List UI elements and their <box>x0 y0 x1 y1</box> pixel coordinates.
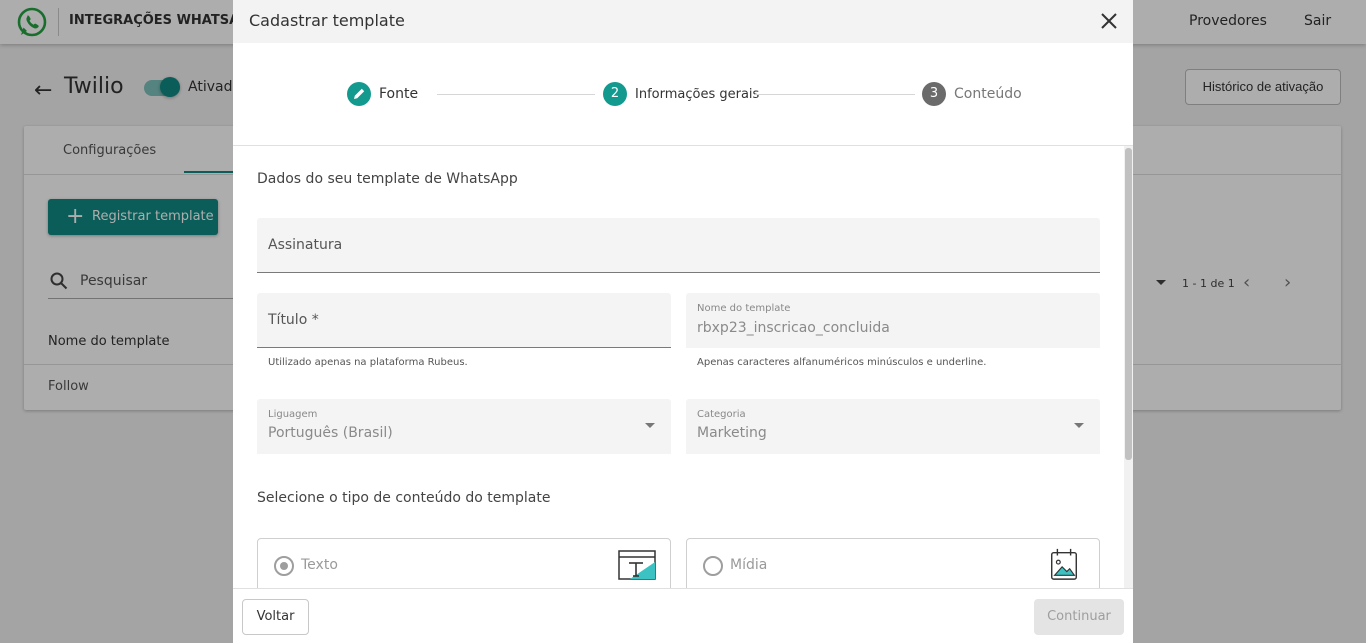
template-name-label: Nome do template <box>697 303 791 314</box>
title-field[interactable]: Título * <box>257 293 671 348</box>
continue-button[interactable]: Continuar <box>1034 599 1124 635</box>
media-radio[interactable] <box>703 556 723 576</box>
close-icon[interactable] <box>1097 9 1121 33</box>
text-option-label: Texto <box>301 557 338 573</box>
step-connector-2 <box>755 94 915 95</box>
text-radio[interactable] <box>274 556 294 576</box>
radio-selected-dot <box>280 562 288 570</box>
step-connector-1 <box>437 94 595 95</box>
content-option-media[interactable]: Mídia <box>686 538 1100 588</box>
form-scroll-area[interactable]: Dados do seu template de WhatsApp Assina… <box>233 146 1133 588</box>
text-template-icon <box>618 550 656 580</box>
chevron-down-icon <box>645 423 655 428</box>
back-button[interactable]: Voltar <box>242 599 309 635</box>
pencil-icon <box>354 88 365 99</box>
template-name-value: rbxp23_inscricao_concluida <box>697 320 890 336</box>
step-1-label: Fonte <box>379 86 419 102</box>
modal-header: Cadastrar template <box>233 0 1133 43</box>
template-name-hint: Apenas caracteres alfanuméricos minúscul… <box>697 357 987 368</box>
step-3-label: Conteúdo <box>954 86 1022 102</box>
signature-field[interactable]: Assinatura <box>257 218 1100 273</box>
modal-title: Cadastrar template <box>249 11 405 30</box>
language-label: Liguagem <box>268 409 318 420</box>
chevron-down-icon <box>1074 423 1084 428</box>
category-select[interactable]: Categoria Marketing <box>686 399 1100 454</box>
signature-placeholder: Assinatura <box>268 237 343 253</box>
step-2-label: Informações gerais <box>635 87 760 102</box>
step-1-indicator <box>347 82 371 106</box>
content-option-text[interactable]: Texto <box>257 538 671 588</box>
category-label: Categoria <box>697 409 746 420</box>
step-3-indicator: 3 <box>922 82 946 106</box>
category-value: Marketing <box>697 425 767 441</box>
language-value: Português (Brasil) <box>268 425 393 441</box>
template-name-field: Nome do template rbxp23_inscricao_conclu… <box>686 293 1100 348</box>
section-title-content-type: Selecione o tipo de conteúdo do template <box>257 490 551 506</box>
scrollbar-thumb[interactable] <box>1125 148 1132 460</box>
step-2-indicator: 2 <box>603 82 627 106</box>
language-select[interactable]: Liguagem Português (Brasil) <box>257 399 671 454</box>
section-title-template-data: Dados do seu template de WhatsApp <box>257 171 518 187</box>
media-template-icon <box>1051 548 1077 580</box>
modal-footer: Voltar Continuar <box>233 588 1133 643</box>
media-option-label: Mídia <box>730 557 768 573</box>
register-template-modal: Cadastrar template Fonte 2 Informações g… <box>233 0 1133 643</box>
title-placeholder: Título * <box>268 312 319 328</box>
title-hint: Utilizado apenas na plataforma Rubeus. <box>268 357 468 368</box>
